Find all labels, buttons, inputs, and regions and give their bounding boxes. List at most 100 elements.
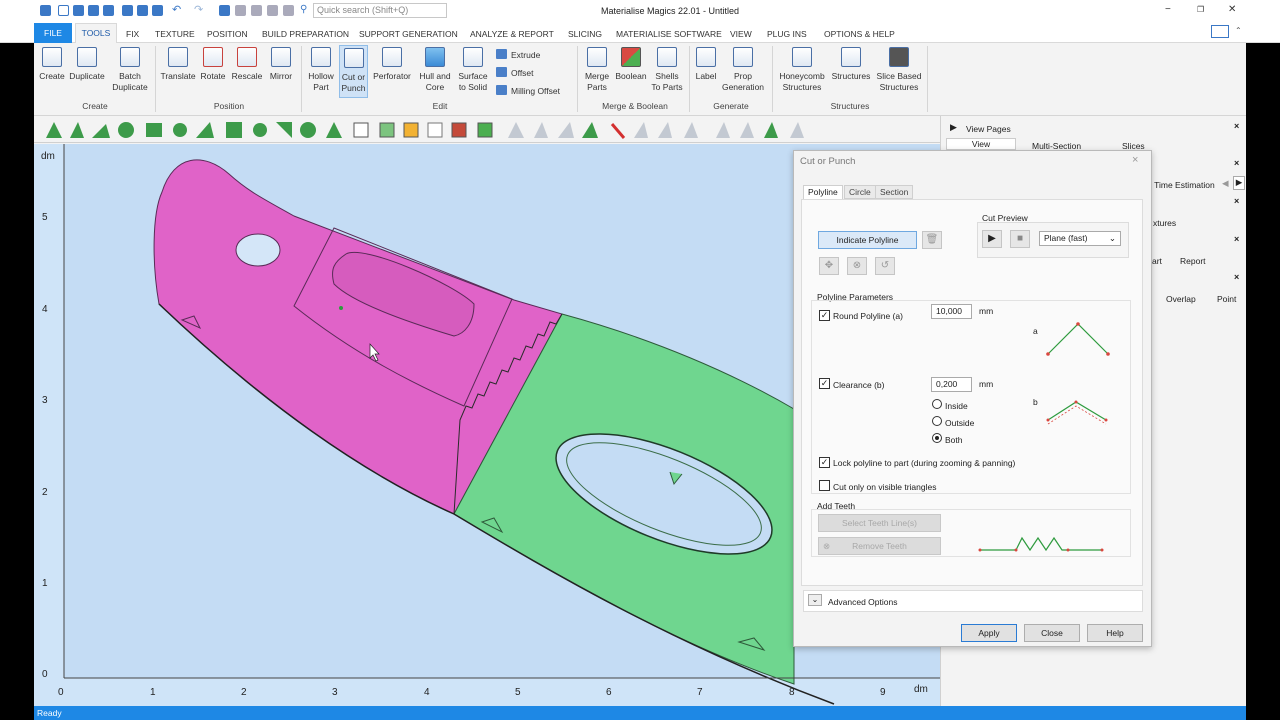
ribbon-settings-icon[interactable] — [1211, 25, 1229, 38]
round-polyline-checkbox[interactable]: ✓ — [819, 310, 830, 321]
part-tab[interactable]: art — [1152, 256, 1162, 266]
outside-radio[interactable] — [932, 416, 942, 426]
select-mode-icon[interactable] — [219, 5, 230, 16]
time-estimation-tab[interactable]: l Time Estimation — [1150, 180, 1215, 190]
tab-view-page[interactable]: View — [946, 138, 1016, 150]
close-button[interactable]: Close — [1024, 624, 1080, 642]
tab-file[interactable]: FILE — [34, 23, 72, 43]
pan-icon[interactable] — [251, 5, 262, 16]
save-all-icon[interactable] — [103, 5, 114, 16]
cut-or-punch-button[interactable]: Cut or Punch — [339, 45, 368, 98]
tab-plug-ins[interactable]: PLUG INS — [767, 29, 807, 39]
shells-to-parts-button[interactable]: Shells To Parts — [649, 45, 685, 93]
undo-icon[interactable]: ↶ — [172, 5, 183, 16]
minimize-icon[interactable]: − — [1165, 4, 1171, 15]
stop-preview-icon[interactable]: ■ — [1010, 230, 1030, 248]
import-icon[interactable] — [122, 5, 133, 16]
surface-to-solid-button[interactable]: Surface to Solid — [455, 45, 491, 93]
overlap-tab[interactable]: Overlap — [1166, 294, 1196, 304]
slice-based-structures-button[interactable]: Slice Based Structures — [875, 45, 923, 93]
tab-options-help[interactable]: OPTIONS & HELP — [824, 29, 895, 39]
milling-offset-button[interactable]: Milling Offset — [496, 85, 560, 96]
remove-teeth-button[interactable]: ⊗ Remove Teeth — [818, 537, 941, 555]
close-panel-icon[interactable]: × — [1234, 234, 1239, 244]
close-panel-icon[interactable]: × — [1234, 196, 1239, 206]
close-panel-icon[interactable]: × — [1234, 121, 1239, 131]
clearance-checkbox[interactable]: ✓ — [819, 378, 830, 389]
dialog-close-icon[interactable]: × — [1132, 154, 1138, 166]
translate-button[interactable]: Translate — [160, 45, 196, 82]
restore-icon[interactable]: ❐ — [1197, 5, 1204, 14]
open-file-icon[interactable] — [73, 5, 84, 16]
tab-view[interactable]: VIEW — [730, 29, 752, 39]
zoom-icon[interactable] — [235, 5, 246, 16]
inside-radio[interactable] — [932, 399, 942, 409]
tab-slicing[interactable]: SLICING — [568, 29, 602, 39]
scroll-right-icon[interactable]: ▶ — [1233, 176, 1245, 190]
zoom-all-icon[interactable] — [283, 5, 294, 16]
point-tab[interactable]: Point — [1217, 294, 1236, 304]
both-radio[interactable] — [932, 433, 942, 443]
batch-duplicate-button[interactable]: Batch Duplicate — [110, 45, 150, 93]
collapse-ribbon-icon[interactable]: ⌃ — [1235, 26, 1242, 35]
close-window-icon[interactable]: ✕ — [1228, 4, 1236, 15]
tab-build-preparation[interactable]: BUILD PREPARATION — [262, 29, 349, 39]
create-button[interactable]: Create — [37, 45, 67, 82]
honeycomb-structures-button[interactable]: Honeycomb Structures — [777, 45, 827, 93]
tab-analyze-report[interactable]: ANALYZE & REPORT — [470, 29, 554, 39]
scroll-left-icon[interactable]: ◀ — [1222, 178, 1229, 189]
export-icon[interactable] — [137, 5, 148, 16]
extrude-button[interactable]: Extrude — [496, 49, 540, 60]
apply-button[interactable]: Apply — [961, 624, 1017, 642]
structures-button[interactable]: Structures — [829, 45, 873, 82]
move-points-icon[interactable]: ✥ — [819, 257, 839, 275]
remove-point-icon[interactable]: ⊗ — [847, 257, 867, 275]
tab-texture[interactable]: TEXTURE — [155, 29, 195, 39]
tab-support-generation[interactable]: SUPPORT GENERATION — [359, 29, 458, 39]
tab-polyline[interactable]: Polyline — [803, 185, 843, 199]
duplicate-button[interactable]: Duplicate — [68, 45, 106, 82]
toolbar-icon-row[interactable] — [46, 122, 804, 139]
close-panel-icon[interactable]: × — [1234, 272, 1239, 282]
hollow-part-button[interactable]: Hollow Part — [305, 45, 337, 93]
rescale-button[interactable]: Rescale — [230, 45, 264, 82]
offset-button[interactable]: Offset — [496, 67, 534, 78]
lock-polyline-checkbox[interactable]: ✓ — [819, 457, 830, 468]
cut-visible-checkbox[interactable] — [819, 480, 830, 491]
round-polyline-input[interactable]: 10,000 — [931, 304, 972, 319]
zoom-window-icon[interactable] — [267, 5, 278, 16]
save-icon[interactable] — [88, 5, 99, 16]
label-button[interactable]: Label — [692, 45, 720, 82]
new-file-icon[interactable] — [58, 5, 69, 16]
rotate-button[interactable]: Rotate — [198, 45, 228, 82]
reset-polyline-icon[interactable]: ↺ — [875, 257, 895, 275]
delete-polyline-icon[interactable]: 🗑 — [922, 231, 942, 249]
merge-parts-button[interactable]: Merge Parts — [581, 45, 613, 93]
help-button[interactable]: Help — [1087, 624, 1143, 642]
advanced-options-label[interactable]: Advanced Options — [828, 597, 897, 607]
textures-tab[interactable]: xtures — [1153, 218, 1176, 228]
tab-position[interactable]: POSITION — [207, 29, 248, 39]
report-tab[interactable]: Report — [1180, 256, 1206, 266]
view-pages-header[interactable]: View Pages — [966, 124, 1011, 134]
close-panel-icon[interactable]: × — [1234, 158, 1239, 168]
tab-tools[interactable]: TOOLS — [75, 23, 117, 43]
expand-view-pages-icon[interactable]: ▶ — [950, 122, 957, 133]
tab-fix[interactable]: FIX — [126, 29, 139, 39]
indicate-polyline-button[interactable]: Indicate Polyline — [818, 231, 917, 249]
boolean-button[interactable]: Boolean — [613, 45, 649, 82]
delete-icon[interactable] — [152, 5, 163, 16]
tab-section[interactable]: Section — [875, 185, 914, 199]
tab-circle[interactable]: Circle — [844, 185, 876, 199]
perforator-button[interactable]: Perforator — [371, 45, 413, 82]
redo-icon[interactable]: ↷ — [194, 5, 205, 16]
hull-and-core-button[interactable]: Hull and Core — [416, 45, 454, 93]
expand-advanced-icon[interactable]: ⌄ — [808, 594, 822, 606]
tab-materialise-software[interactable]: MATERIALISE SOFTWARE — [616, 29, 722, 39]
clearance-input[interactable]: 0,200 — [931, 377, 972, 392]
prop-generation-button[interactable]: Prop Generation — [720, 45, 766, 93]
preview-mode-select[interactable]: Plane (fast) ⌄ — [1039, 231, 1121, 246]
select-teeth-button[interactable]: Select Teeth Line(s) — [818, 514, 941, 532]
play-preview-icon[interactable]: ▶ — [982, 230, 1002, 248]
mirror-button[interactable]: Mirror — [266, 45, 296, 82]
